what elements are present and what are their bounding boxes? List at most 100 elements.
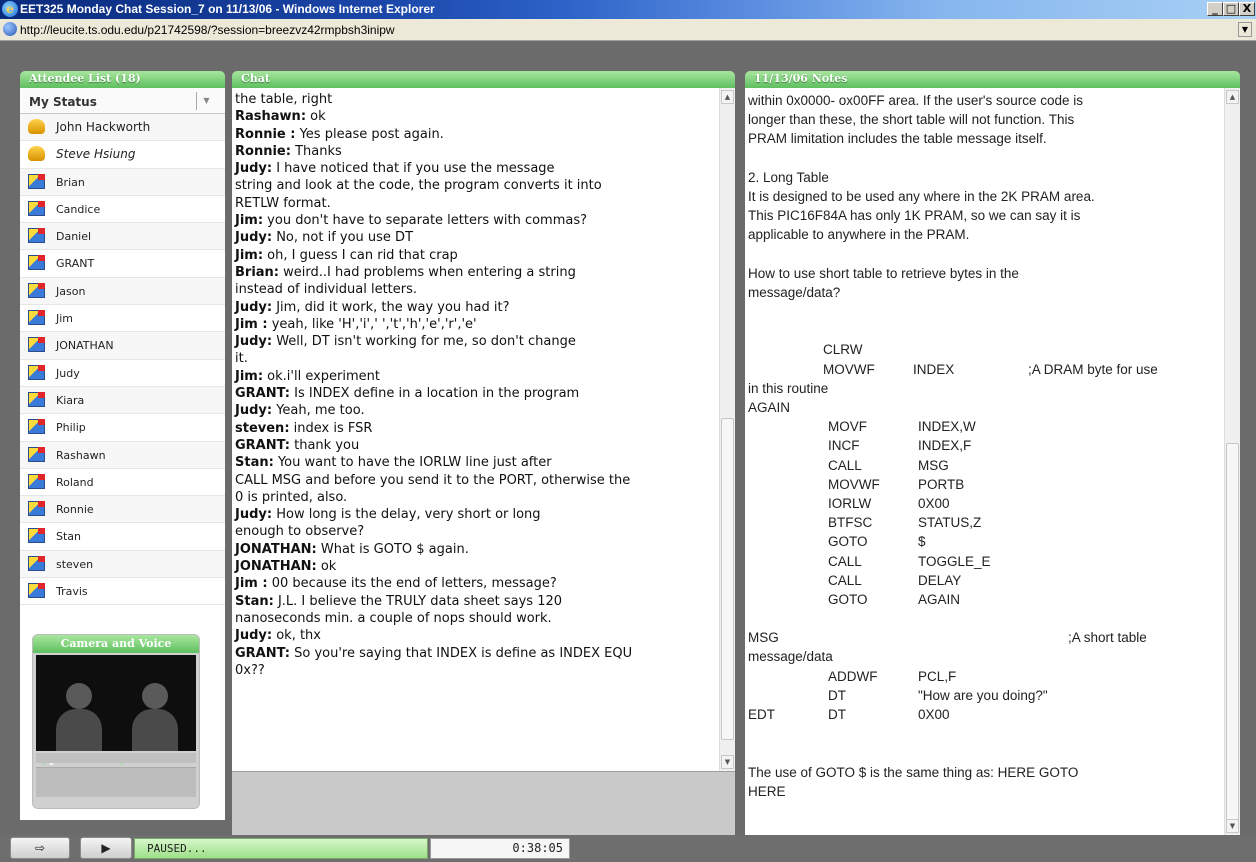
chat-sender: Jim :	[235, 316, 268, 332]
chat-text: index is FSR	[289, 420, 373, 436]
chevron-down-icon[interactable]: ▼	[196, 92, 216, 110]
chat-sender: Judy:	[235, 628, 273, 644]
minimize-button[interactable]: _	[1207, 2, 1223, 16]
attendee-item[interactable]: Stan	[20, 523, 225, 551]
chat-text: ok.i'll experiment	[263, 368, 381, 384]
chat-message: 0 is printed, also.	[235, 489, 715, 506]
notes-content: within 0x0000- ox00FF area. If the user'…	[748, 91, 1218, 801]
attendee-name: Philip	[56, 421, 86, 435]
chat-text: Thanks	[290, 143, 342, 159]
my-status-label: My Status	[29, 95, 97, 109]
attendee-item[interactable]: Jason	[20, 277, 225, 306]
attendee-name: Rashawn	[56, 448, 106, 462]
participant-icon	[28, 501, 45, 517]
attendee-item[interactable]: Jim	[20, 305, 225, 333]
scroll-down-icon[interactable]: ▼	[721, 755, 734, 769]
close-button[interactable]: X	[1239, 2, 1255, 16]
attendee-item[interactable]: Ronnie	[20, 496, 225, 524]
notes-scrollbar[interactable]: ▲ ▼	[1224, 88, 1240, 835]
notes-line: MOVWF PORTB	[748, 475, 1218, 494]
attendee-item[interactable]: steven	[20, 550, 225, 579]
chat-text: CALL MSG and before you send it to the P…	[235, 472, 631, 488]
attendee-item[interactable]: Brian	[20, 168, 225, 196]
chat-sender: Judy:	[235, 161, 273, 177]
chat-message: GRANT: Is INDEX define in a location in …	[235, 385, 715, 402]
attendee-item[interactable]: Travis	[20, 578, 225, 606]
chat-text: 00 because its the end of letters, messa…	[267, 576, 557, 592]
attendee-item[interactable]: GRANT	[20, 250, 225, 278]
notes-cell: MSG	[918, 457, 949, 473]
chat-text: ok, thx	[272, 628, 321, 644]
attendee-name: Jason	[56, 284, 86, 298]
chat-sender: Judy:	[235, 507, 273, 523]
chat-message: string and look at the code, the program…	[235, 177, 715, 194]
address-url[interactable]: http://leucite.ts.odu.edu/p21742598/?ses…	[20, 23, 395, 37]
exit-playback-button[interactable]: ⇨	[10, 837, 70, 859]
notes-line: PRAM limitation includes the table messa…	[748, 129, 1218, 148]
attendee-list-panel: My Status ▼ John Hackworth Steve Hsiung Br…	[20, 88, 225, 820]
attendee-item[interactable]: Judy	[20, 360, 225, 387]
notes-line: message/data?	[748, 283, 1218, 302]
attendee-item[interactable]: Kiara	[20, 386, 225, 415]
notes-cell: TOGGLE_E	[918, 553, 991, 569]
attendee-item[interactable]: Philip	[20, 414, 225, 442]
play-button[interactable]: ▶	[80, 837, 132, 859]
chat-text: yeah, like 'H','i',' ','t','h','e','r','…	[267, 316, 477, 332]
notes-line: HERE	[748, 782, 1218, 801]
chat-scroll-thumb[interactable]	[721, 418, 734, 740]
chat-sender: JONATHAN:	[235, 541, 317, 557]
notes-cell: INDEX,F	[918, 438, 972, 454]
notes-cell: longer than these, the short table will …	[748, 112, 1075, 128]
attendee-item[interactable]: Rashawn	[20, 441, 225, 469]
notes-cell: MOVWF	[823, 361, 875, 377]
globe-icon	[3, 22, 17, 36]
chat-sender: Judy:	[235, 299, 273, 315]
attendee-item[interactable]: Roland	[20, 469, 225, 497]
notes-cell: AGAIN	[748, 400, 791, 415]
notes-line: 2. Long Table	[748, 168, 1218, 187]
scroll-down-icon[interactable]: ▼	[1226, 819, 1239, 833]
notes-scroll-thumb[interactable]	[1226, 443, 1239, 823]
attendee-name: John Hackworth	[56, 120, 151, 134]
chat-sender: GRANT:	[235, 437, 290, 453]
my-status-dropdown[interactable]: My Status ▼	[20, 88, 225, 114]
chat-text: How long is the delay, very short or lon…	[272, 507, 541, 523]
notes-cell: 2. Long Table	[748, 169, 829, 185]
notes-cell: ;A short table	[1068, 630, 1147, 646]
camera-voice-pod: Camera and Voice ⚲John Hack ⚲Steve Hsi	[32, 634, 200, 809]
playback-bar: ⇨ ▶ PAUSED... 0:38:05	[0, 835, 1256, 862]
maximize-button[interactable]: □	[1223, 2, 1239, 16]
notes-cell: CALL	[828, 572, 862, 588]
notes-line: within 0x0000- ox00FF area. If the user'…	[748, 91, 1218, 110]
attendee-item[interactable]: John Hackworth	[20, 114, 225, 142]
host-icon	[28, 119, 45, 134]
camera-voice-header: Camera and Voice	[33, 635, 199, 653]
notes-line: CALL DELAY	[748, 571, 1218, 590]
attendee-name: Daniel	[56, 230, 92, 244]
attendee-name: Roland	[56, 475, 94, 489]
chat-message: Jim: ok.i'll experiment	[235, 368, 715, 385]
chat-text: it.	[235, 351, 248, 367]
chat-text: ok	[316, 559, 337, 575]
address-dropdown-button[interactable]: ▼	[1238, 22, 1252, 37]
chat-sender: Judy:	[235, 403, 273, 419]
attendee-item[interactable]: Candice	[20, 196, 225, 224]
notes-cell: DELAY	[918, 572, 962, 588]
scroll-up-icon[interactable]: ▲	[1226, 90, 1239, 104]
chat-scrollbar[interactable]: ▲ ▼	[719, 88, 735, 771]
attendee-item[interactable]: Steve Hsiung	[20, 141, 225, 169]
notes-cell: PCL,F	[918, 668, 957, 684]
chat-message: instead of individual letters.	[235, 281, 715, 298]
attendee-item[interactable]: Daniel	[20, 223, 225, 251]
participant-icon	[28, 200, 45, 216]
chat-input-area[interactable]	[232, 771, 735, 835]
host-icon	[28, 146, 45, 162]
chat-message: Judy: I have noticed that if you use the…	[235, 160, 715, 177]
notes-cell: CALL	[828, 457, 862, 473]
chat-sender: Ronnie:	[235, 143, 291, 159]
attendee-item[interactable]: JONATHAN	[20, 332, 225, 360]
scroll-up-icon[interactable]: ▲	[721, 90, 734, 104]
chat-message: Ronnie: Thanks	[235, 143, 715, 160]
notes-line: It is designed to be used any where in t…	[748, 187, 1218, 206]
chat-message: Judy: Well, DT isn't working for me, so …	[235, 333, 715, 350]
